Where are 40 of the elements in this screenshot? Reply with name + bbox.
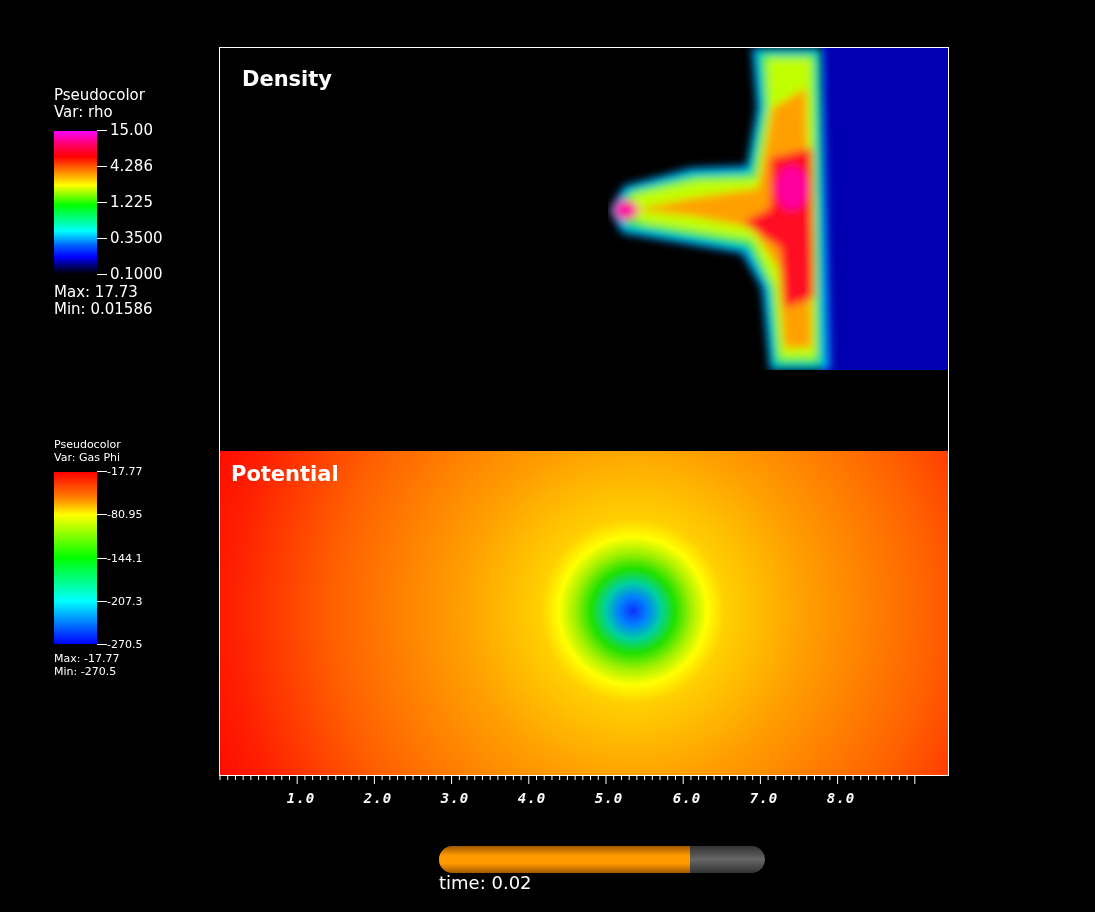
axis-tick-label: 7.0 bbox=[749, 790, 779, 806]
tick-mark bbox=[97, 166, 107, 167]
tick-label: -207.3 bbox=[107, 594, 143, 608]
axis-tick-label: 8.0 bbox=[826, 790, 856, 806]
legend-max: Max: 17.73 bbox=[54, 284, 138, 301]
legend-variable: Var: rho bbox=[54, 104, 113, 121]
time-label: time: 0.02 bbox=[439, 873, 532, 893]
axis-tick-label: 5.0 bbox=[594, 790, 624, 806]
legend-max: Max: -17.77 bbox=[54, 652, 120, 665]
tick-mark bbox=[97, 202, 107, 203]
tick-mark bbox=[97, 238, 107, 239]
tick-label: 15.00 bbox=[110, 122, 153, 139]
tick-label: -80.95 bbox=[107, 508, 143, 522]
axis-tick-label: 3.0 bbox=[440, 790, 470, 806]
legend-min: Min: -270.5 bbox=[54, 665, 117, 678]
panel-title: Potential bbox=[231, 462, 339, 486]
tick-label: 4.286 bbox=[110, 158, 153, 175]
legend-min: Min: 0.01586 bbox=[54, 301, 153, 318]
tick-label: 0.1000 bbox=[110, 266, 163, 283]
tick-mark bbox=[97, 514, 107, 516]
tick-mark bbox=[97, 130, 107, 131]
tick-label: -17.77 bbox=[107, 465, 143, 478]
legend-plot-type: Pseudocolor bbox=[54, 438, 121, 451]
axis-tick-label: 1.0 bbox=[286, 790, 316, 806]
legend-plot-type: Pseudocolor bbox=[54, 87, 145, 104]
tick-mark bbox=[97, 471, 107, 472]
tick-mark bbox=[97, 557, 107, 559]
tick-mark bbox=[97, 600, 107, 602]
tick-label: 0.3500 bbox=[110, 230, 163, 247]
time-slider[interactable] bbox=[439, 846, 765, 873]
axis-tick-label: 4.0 bbox=[517, 790, 547, 806]
axis-tick-label: 2.0 bbox=[363, 790, 393, 806]
tick-mark bbox=[97, 274, 107, 275]
legend-variable: Var: Gas Phi bbox=[54, 451, 121, 464]
axis-tick-label: 6.0 bbox=[672, 790, 702, 806]
panel-title: Density bbox=[242, 67, 333, 91]
tick-label: -144.1 bbox=[107, 551, 143, 565]
tick-mark bbox=[97, 644, 107, 645]
tick-label: 1.225 bbox=[110, 194, 153, 211]
tick-label: -270.5 bbox=[107, 638, 143, 651]
